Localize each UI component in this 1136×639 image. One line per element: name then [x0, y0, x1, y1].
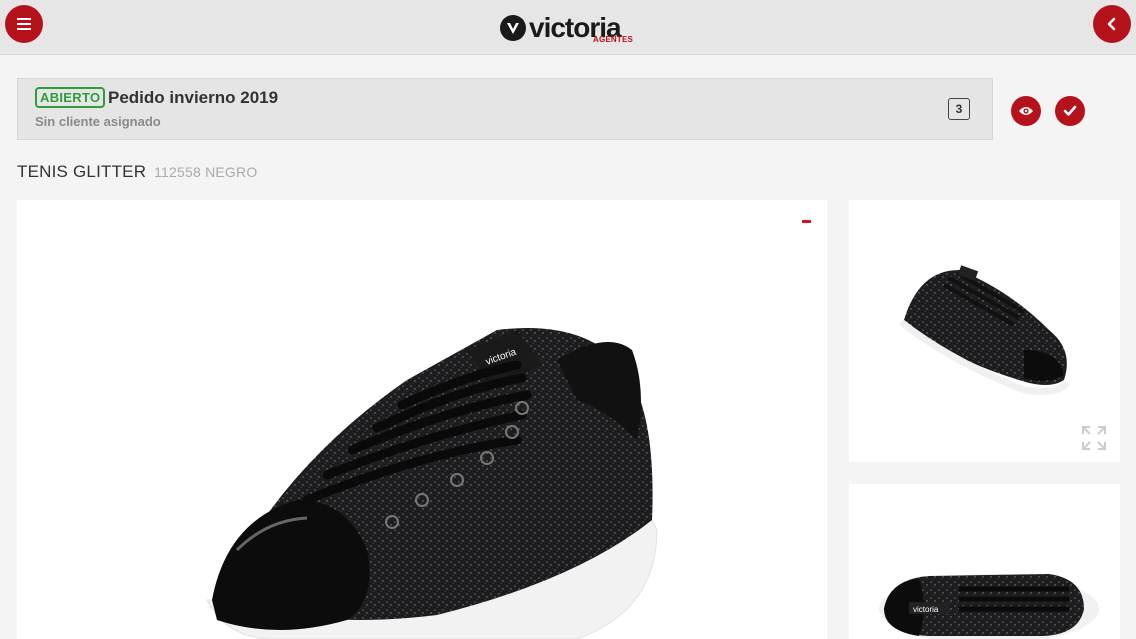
svg-text:victoria: victoria [913, 605, 939, 614]
back-button[interactable] [1093, 5, 1131, 43]
product-thumbnail[interactable]: victoria [849, 484, 1120, 639]
menu-button[interactable] [5, 5, 43, 43]
expand-icon[interactable] [1080, 424, 1108, 452]
hamburger-menu-icon [17, 18, 31, 30]
order-count-badge: 3 [948, 98, 970, 120]
sneaker-thumbnail-image [898, 265, 1070, 395]
status-badge: ABIERTO [35, 87, 106, 108]
logo-mark-icon [500, 15, 526, 41]
product-code: 112558 NEGRO [154, 164, 258, 180]
top-bar: victoria AGENTES [0, 0, 1136, 55]
order-panel[interactable]: ABIERTO Pedido invierno 2019 Sin cliente… [17, 78, 993, 140]
minus-icon[interactable] [802, 220, 811, 223]
brand-logo[interactable]: victoria AGENTES [500, 8, 640, 48]
chevron-left-icon [1107, 17, 1116, 31]
product-thumbnail[interactable] [849, 200, 1120, 462]
eye-icon [1019, 107, 1033, 115]
product-heading: TENIS GLITTER 112558 NEGRO [17, 162, 257, 182]
sneaker-image: victoria [206, 328, 658, 639]
main-product-image[interactable]: victoria [17, 200, 827, 639]
order-client: Sin cliente asignado [35, 114, 161, 129]
check-icon [1063, 105, 1077, 116]
confirm-order-button[interactable] [1055, 96, 1085, 126]
order-title: Pedido invierno 2019 [108, 88, 279, 107]
sneaker-top-view-image: victoria [879, 574, 1099, 639]
view-order-button[interactable] [1011, 96, 1041, 126]
product-name: TENIS GLITTER [17, 162, 147, 181]
logo-subtext: AGENTES [593, 35, 634, 44]
